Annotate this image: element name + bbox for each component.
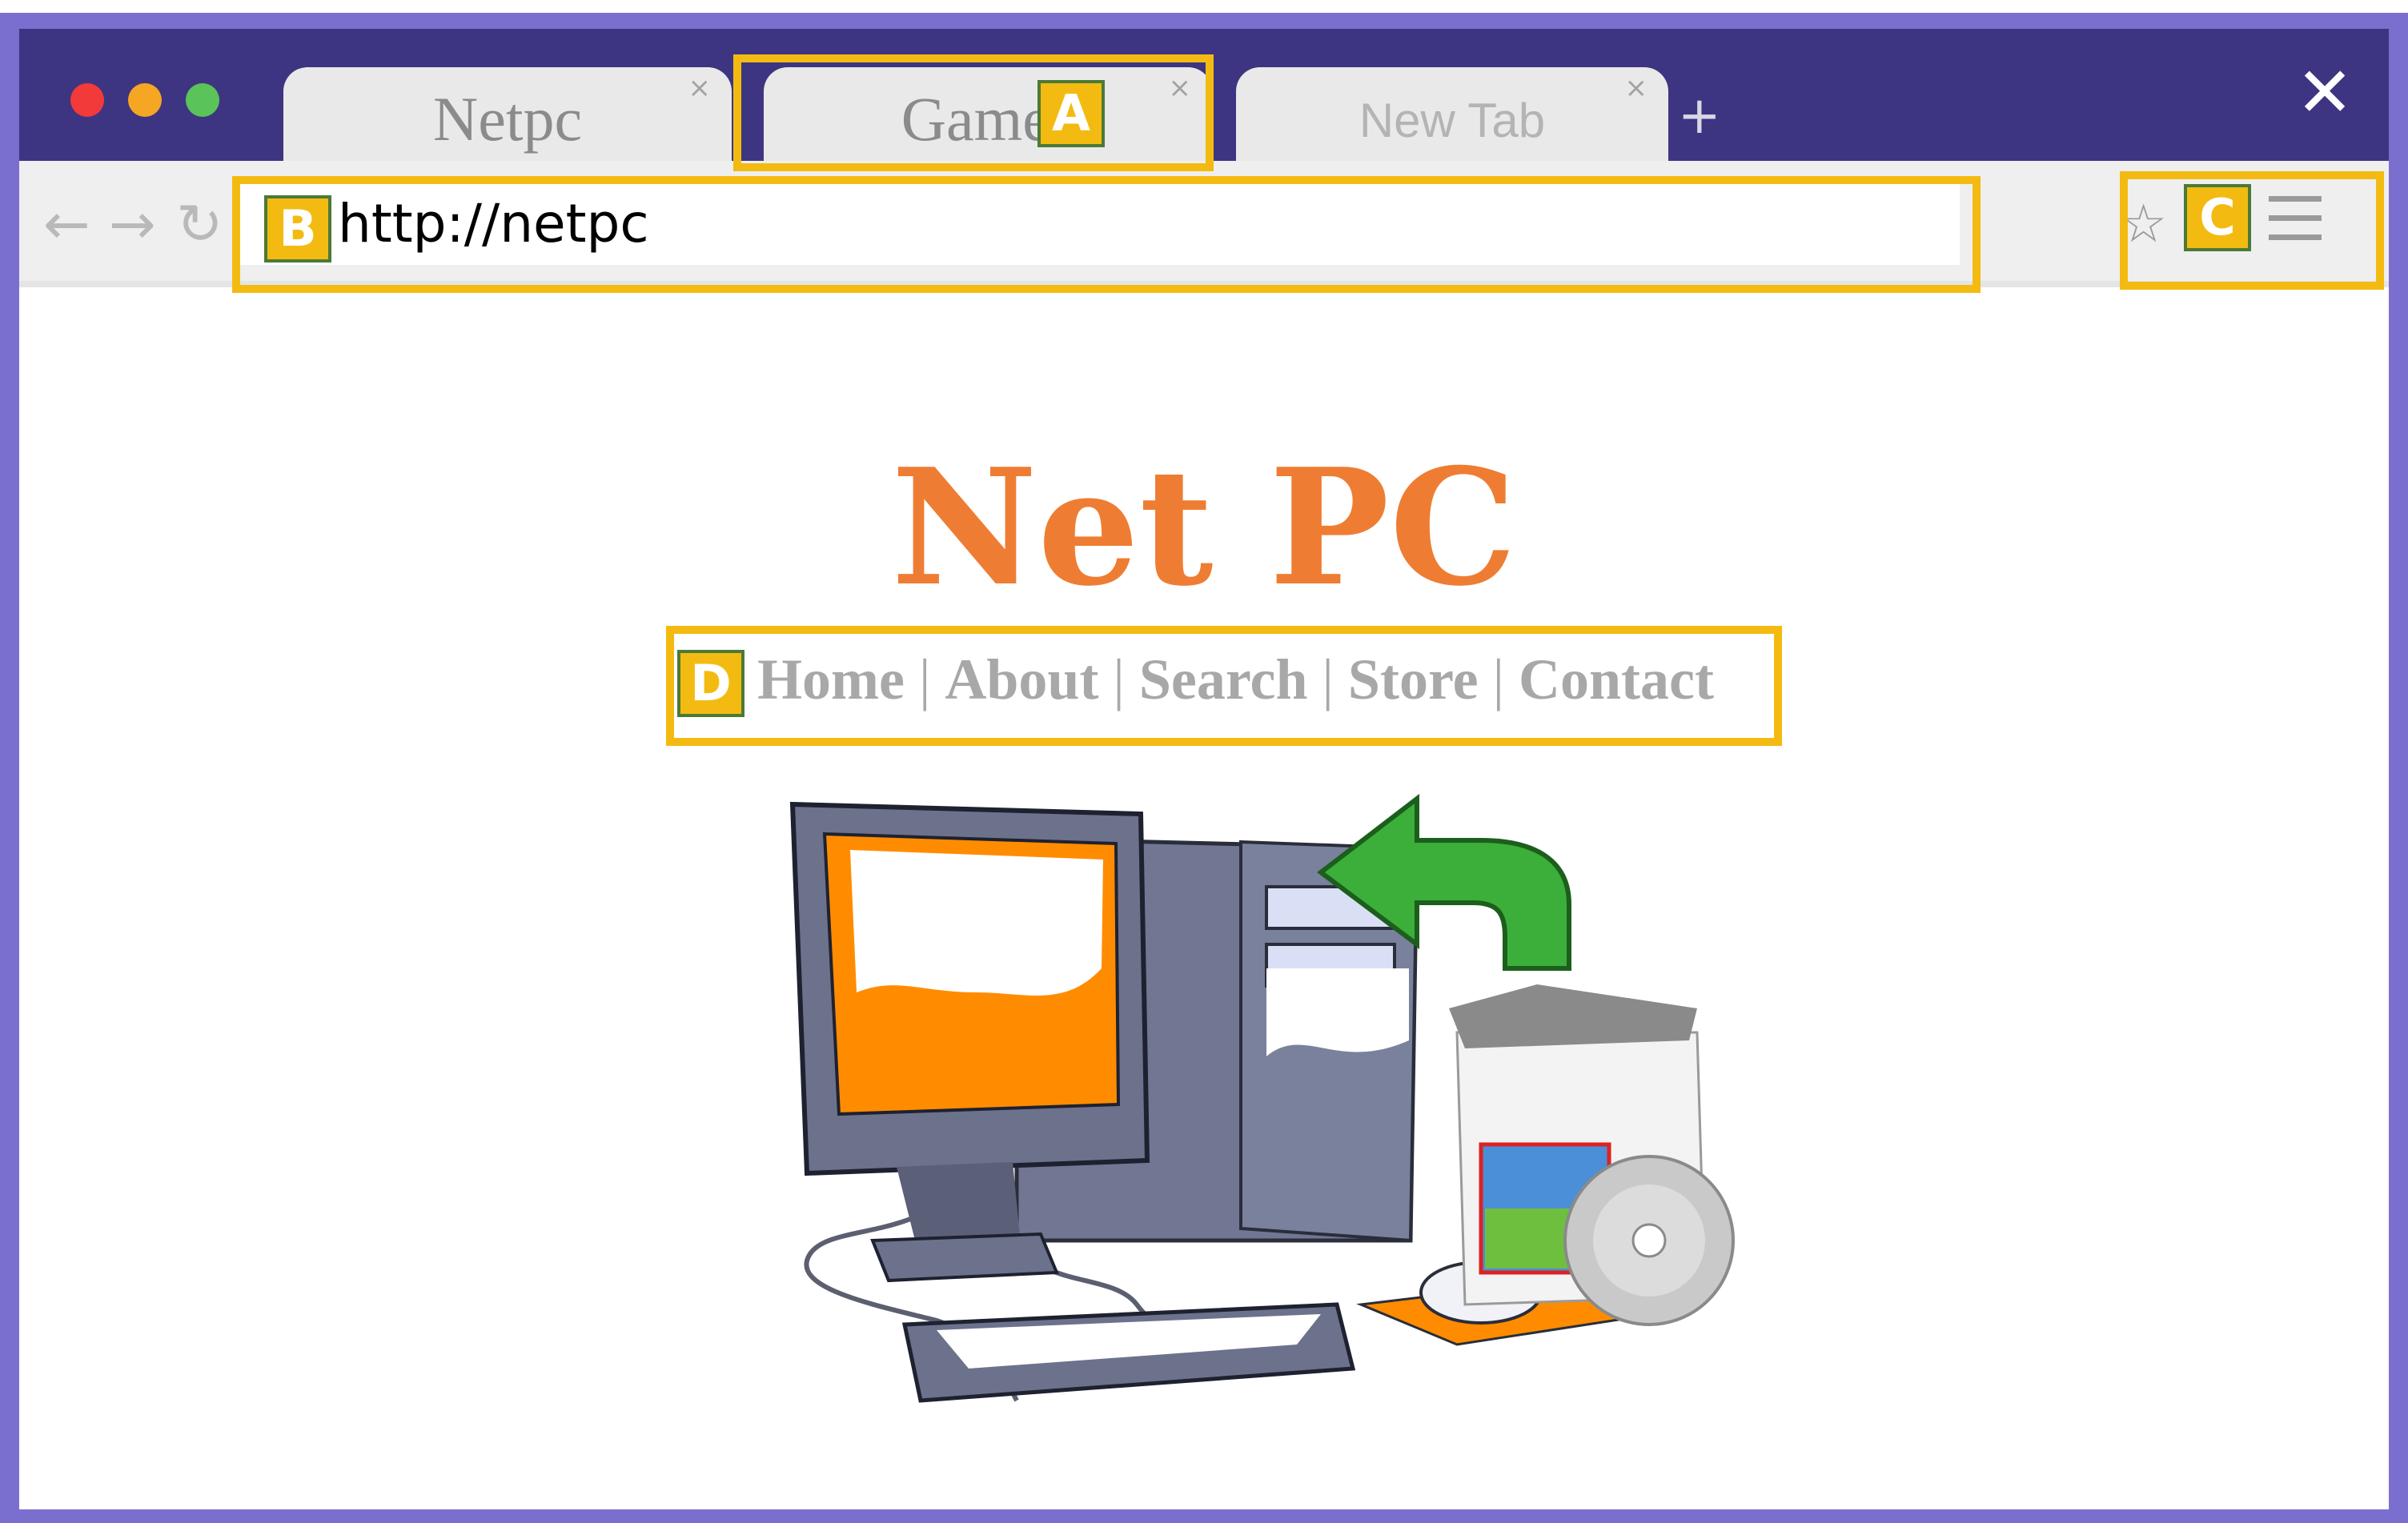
tab-label: Netpc: [432, 84, 583, 154]
annotation-badge-b: B: [264, 195, 331, 263]
tab-close-icon[interactable]: ×: [1625, 72, 1648, 104]
new-tab-button[interactable]: +: [1678, 86, 1721, 146]
tab-new-tab[interactable]: New Tab ×: [1236, 67, 1668, 161]
highlight-box-b: [232, 176, 1981, 293]
tab-label: New Tab: [1359, 94, 1546, 147]
reload-icon[interactable]: ↻: [176, 191, 223, 257]
computer-illustration: [789, 793, 1735, 1403]
window-controls: [70, 83, 219, 117]
nav-separator: |: [1113, 647, 1125, 711]
highlight-box-c: [2120, 171, 2384, 290]
nav-about-link[interactable]: About: [945, 647, 1098, 711]
close-dot[interactable]: [70, 83, 104, 117]
minimize-dot[interactable]: [128, 83, 162, 117]
site-nav: Home | About | Search | Store | Contact: [757, 647, 1714, 713]
site-title: Net PC: [891, 434, 1517, 622]
tab-netpc[interactable]: Netpc ×: [283, 67, 732, 161]
nav-separator: |: [918, 647, 931, 711]
nav-contact-link[interactable]: Contact: [1519, 647, 1714, 711]
nav-store-link[interactable]: Store: [1348, 647, 1479, 711]
maximize-dot[interactable]: [186, 83, 219, 117]
close-icon[interactable]: ✕: [2293, 58, 2357, 127]
back-arrow-icon[interactable]: ←: [43, 191, 90, 257]
nav-home-link[interactable]: Home: [757, 647, 905, 711]
annotation-badge-c: C: [2184, 184, 2251, 251]
nav-search-link[interactable]: Search: [1139, 647, 1308, 711]
nav-separator: |: [1322, 647, 1334, 711]
annotation-badge-d: D: [677, 650, 744, 717]
annotation-badge-a: A: [1037, 80, 1105, 147]
highlight-box-a: [733, 54, 1214, 171]
nav-separator: |: [1492, 647, 1504, 711]
forward-arrow-icon[interactable]: →: [109, 191, 156, 257]
tab-close-icon[interactable]: ×: [688, 72, 712, 104]
